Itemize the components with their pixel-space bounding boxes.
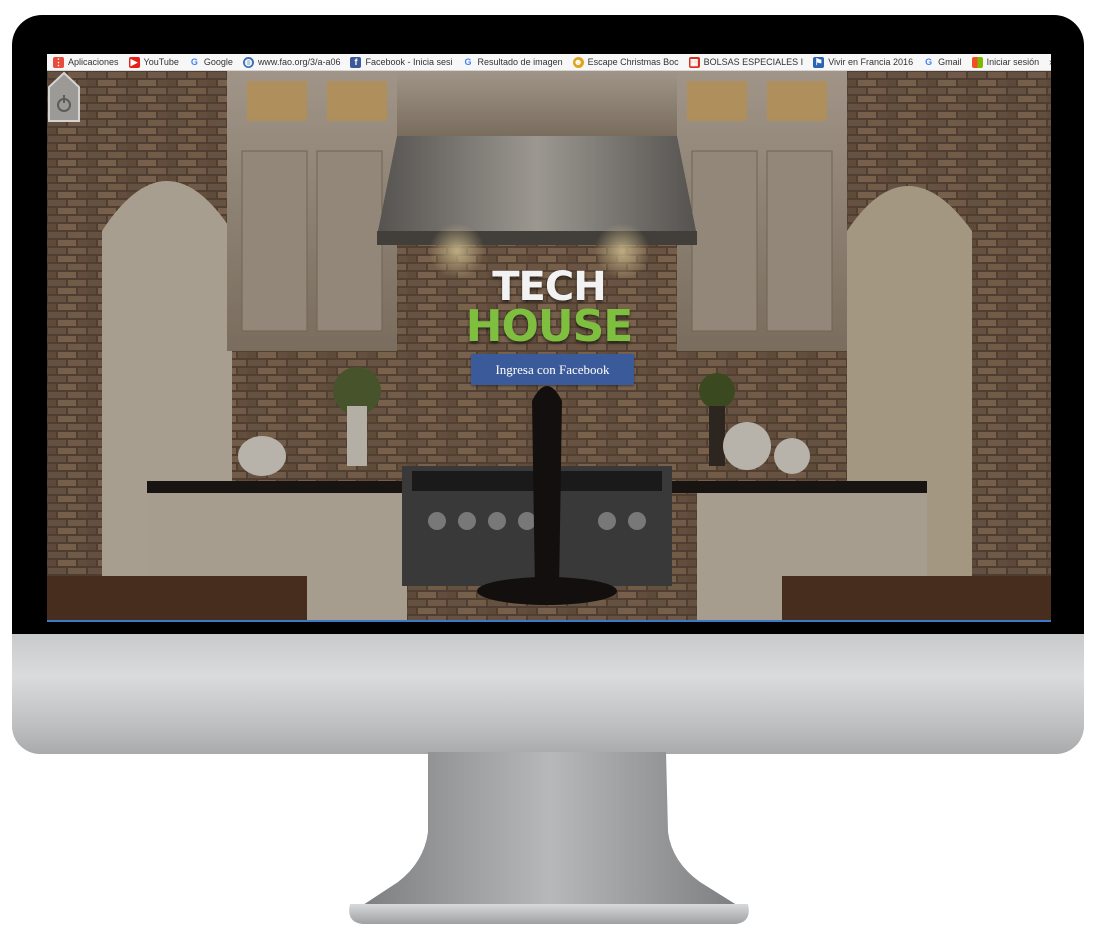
google-icon: G (925, 56, 933, 67)
bookmarks-bar: ⋮ Aplicaciones ▶ YouTube G Google ◍ www.… (47, 54, 1051, 71)
bookmark-label: www.fao.org/3/a-a06 (257, 57, 341, 67)
bookmark-label: Iniciar sesión (986, 57, 1040, 67)
facebook-login-button[interactable]: Ingresa con Facebook (471, 354, 634, 385)
google-icon: G (464, 56, 472, 67)
flag-icon: ⚑ (813, 56, 825, 68)
microsoft-icon (971, 56, 983, 68)
bookmark-google[interactable]: G Google (189, 55, 233, 70)
bookmark-escape-christmas[interactable]: ☻ Escape Christmas Boc (572, 55, 679, 70)
bookmark-aplicaciones[interactable]: ⋮ Aplicaciones (53, 55, 119, 70)
bookmark-label: Aplicaciones (68, 57, 119, 67)
bookmark-label: Resultado de imagen (477, 57, 563, 67)
kitchen-background-image (47, 71, 1051, 622)
hero-background: TECH HOUSE Ingresa con Facebook (47, 71, 1051, 622)
bookmark-youtube[interactable]: ▶ YouTube (128, 55, 179, 70)
bookmark-vivir-francia[interactable]: ⚑ Vivir en Francia 2016 (813, 55, 913, 70)
gift-icon: ☻ (572, 56, 584, 68)
bookmark-label: Gmail (938, 57, 962, 67)
bookmark-resultado-imagen[interactable]: G Resultado de imagen (463, 55, 563, 70)
bookmark-gmail[interactable]: G Gmail (923, 55, 962, 70)
bookmark-facebook[interactable]: f Facebook - Inicia sesi (350, 55, 453, 70)
bookmark-label: YouTube (143, 57, 179, 67)
bookmark-label: Facebook - Inicia sesi (365, 57, 453, 67)
google-icon: G (190, 56, 198, 67)
bookmark-label: Vivir en Francia 2016 (828, 57, 914, 67)
youtube-icon: ▶ (128, 56, 140, 68)
bookmark-label: BOLSAS ESPECIALES I (703, 57, 804, 67)
monitor-chin (12, 634, 1084, 754)
monitor-stand (349, 752, 749, 924)
apps-grid-icon: ⋮ (53, 56, 64, 68)
globe-icon: ◍ (242, 56, 254, 68)
bookmarks-overflow-button[interactable]: » (1049, 57, 1051, 68)
bookmark-fao[interactable]: ◍ www.fao.org/3/a-a06 (242, 55, 341, 70)
grid-icon: ▦ (688, 56, 700, 68)
bookmark-label: Google (203, 57, 233, 67)
bookmark-label: Escape Christmas Boc (587, 57, 679, 67)
bookmark-iniciar-sesion[interactable]: Iniciar sesión (971, 55, 1040, 70)
browser-screen: ⋮ Aplicaciones ▶ YouTube G Google ◍ www.… (47, 54, 1051, 622)
screen-accent-line (47, 620, 1051, 622)
bookmark-bolsas[interactable]: ▦ BOLSAS ESPECIALES I (688, 55, 804, 70)
facebook-icon: f (350, 56, 362, 68)
